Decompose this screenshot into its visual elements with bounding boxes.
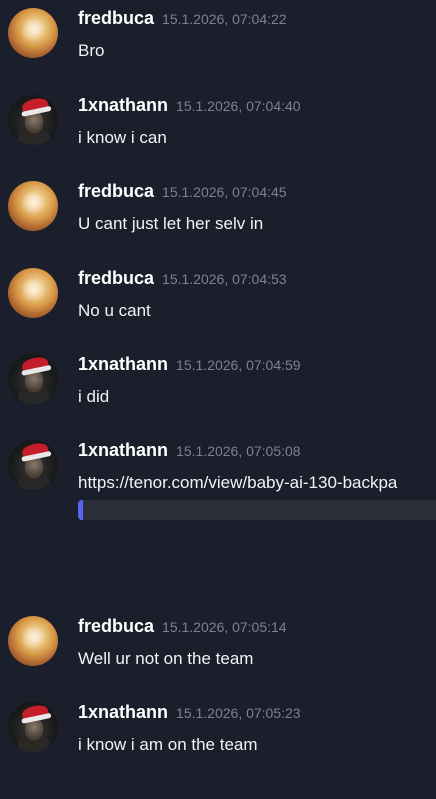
username[interactable]: 1xnathann bbox=[78, 440, 168, 460]
username[interactable]: 1xnathann bbox=[78, 95, 168, 115]
avatar[interactable] bbox=[8, 8, 58, 58]
message-text: i know i can bbox=[78, 128, 167, 147]
message-header: fredbuca 15.1.2026, 07:05:14 bbox=[78, 616, 287, 637]
username[interactable]: 1xnathann bbox=[78, 702, 168, 722]
santa-hat-icon bbox=[21, 441, 49, 459]
message-text: U cant just let her selv in bbox=[78, 214, 264, 233]
message-header: fredbuca 15.1.2026, 07:04:53 bbox=[78, 268, 287, 289]
message-header: 1xnathann 15.1.2026, 07:05:23 bbox=[78, 702, 301, 723]
avatar[interactable] bbox=[8, 95, 58, 145]
avatar[interactable] bbox=[8, 181, 58, 231]
santa-hat-icon bbox=[21, 355, 49, 373]
message-text: i know i am on the team bbox=[78, 735, 258, 754]
avatar[interactable] bbox=[8, 616, 58, 666]
username[interactable]: fredbuca bbox=[78, 8, 154, 28]
message-header: 1xnathann 15.1.2026, 07:04:59 bbox=[78, 354, 301, 375]
timestamp: 15.1.2026, 07:04:45 bbox=[162, 184, 287, 200]
username[interactable]: fredbuca bbox=[78, 616, 154, 636]
avatar[interactable] bbox=[8, 702, 58, 752]
message-link[interactable]: https://tenor.com/view/baby-ai-130-backp… bbox=[78, 473, 397, 493]
message-text: i did bbox=[78, 387, 110, 406]
username[interactable]: 1xnathann bbox=[78, 354, 168, 374]
timestamp: 15.1.2026, 07:04:59 bbox=[176, 357, 301, 373]
santa-hat-icon bbox=[21, 96, 49, 114]
message-text: No u cant bbox=[78, 301, 151, 320]
message-header: fredbuca 15.1.2026, 07:04:22 bbox=[78, 8, 287, 29]
timestamp: 15.1.2026, 07:05:14 bbox=[162, 619, 287, 635]
timestamp: 15.1.2026, 07:04:22 bbox=[162, 11, 287, 27]
message-header: 1xnathann 15.1.2026, 07:05:08 bbox=[78, 440, 301, 461]
message-header: fredbuca 15.1.2026, 07:04:45 bbox=[78, 181, 287, 202]
username[interactable]: fredbuca bbox=[78, 268, 154, 288]
link-embed[interactable] bbox=[78, 500, 436, 520]
timestamp: 15.1.2026, 07:04:53 bbox=[162, 271, 287, 287]
message-text: Bro bbox=[78, 41, 105, 60]
message-header: 1xnathann 15.1.2026, 07:04:40 bbox=[78, 95, 301, 116]
avatar[interactable] bbox=[8, 354, 58, 404]
username[interactable]: fredbuca bbox=[78, 181, 154, 201]
message-text: Well ur not on the team bbox=[78, 649, 254, 668]
timestamp: 15.1.2026, 07:05:23 bbox=[176, 705, 301, 721]
timestamp: 15.1.2026, 07:05:08 bbox=[176, 443, 301, 459]
avatar[interactable] bbox=[8, 268, 58, 318]
timestamp: 15.1.2026, 07:04:40 bbox=[176, 98, 301, 114]
santa-hat-icon bbox=[21, 703, 49, 721]
avatar[interactable] bbox=[8, 440, 58, 490]
